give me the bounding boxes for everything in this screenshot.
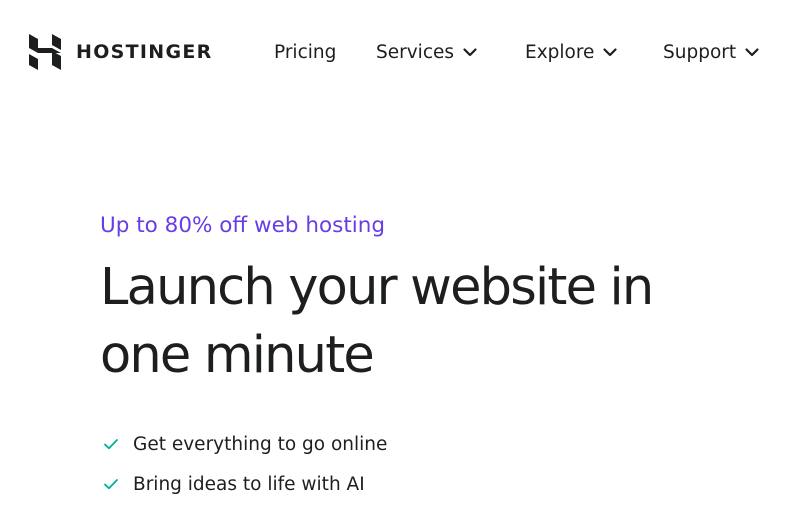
nav-support-label: Support <box>663 41 737 63</box>
promo-eyebrow: Up to 80% off web hosting <box>100 213 386 238</box>
nav-explore-label: Explore <box>525 41 595 63</box>
nav-explore[interactable]: Explore <box>525 38 618 66</box>
hostinger-logo-icon <box>29 34 61 70</box>
feature-item: Get everything to go online <box>100 424 740 464</box>
nav-pricing[interactable]: Pricing <box>274 38 336 66</box>
brand-name: HOSTINGER <box>76 41 213 63</box>
nav-services-label: Services <box>376 41 455 63</box>
feature-item: Bring ideas to life with AI <box>100 464 740 504</box>
nav-pricing-label: Pricing <box>274 41 337 63</box>
nav-support[interactable]: Support <box>663 38 760 66</box>
check-icon <box>104 439 118 450</box>
hero-section: Up to 80% off web hosting Launch your we… <box>100 210 740 504</box>
chevron-down-icon <box>745 48 759 57</box>
hero-headline: Launch your website in one minute <box>100 258 654 385</box>
site-header: HOSTINGER Pricing Services Explore Suppo… <box>0 0 796 105</box>
check-icon <box>104 479 118 490</box>
feature-list: Get everything to go online Bring ideas … <box>100 424 740 504</box>
feature-text: Bring ideas to life with AI <box>133 473 365 495</box>
chevron-down-icon <box>463 48 477 57</box>
brand-logo-link[interactable]: HOSTINGER <box>29 34 213 70</box>
chevron-down-icon <box>603 48 618 57</box>
nav-services[interactable]: Services <box>376 38 478 66</box>
feature-text: Get everything to go online <box>133 433 388 455</box>
